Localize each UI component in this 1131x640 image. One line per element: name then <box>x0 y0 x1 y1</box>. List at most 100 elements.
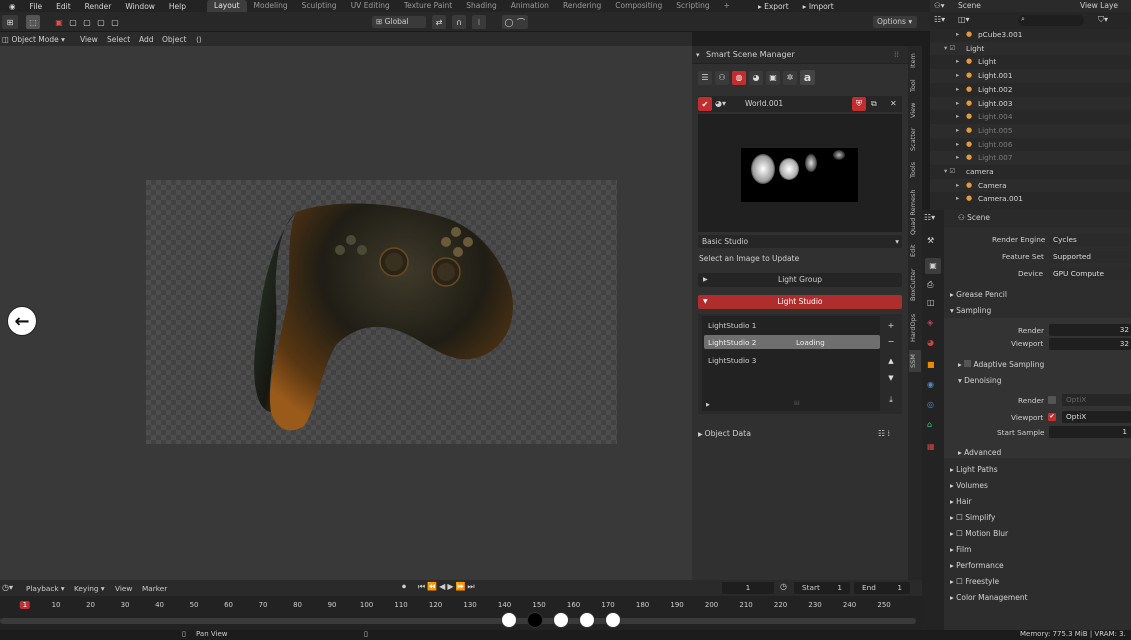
outliner-row[interactable]: ▸ ● Light.003 <box>930 96 1131 111</box>
view-layer-name[interactable]: View Laye <box>1080 1 1118 10</box>
outliner-item-name[interactable]: Light <box>978 55 996 69</box>
export-button[interactable]: ▸ Export <box>751 2 796 11</box>
marker-menu[interactable]: Marker <box>142 584 167 593</box>
keying-menu[interactable]: Keying ▾ <box>74 584 105 593</box>
outliner-row[interactable]: ▾ ☑ Light <box>930 41 1131 56</box>
outliner-item-name[interactable]: pCube3.001 <box>978 29 1022 42</box>
hdri-preview-panel[interactable] <box>698 114 902 232</box>
outliner-row[interactable]: ▸ ● Light.005 <box>930 123 1131 138</box>
vtab-tool[interactable]: Tool <box>909 76 921 96</box>
vtab-view[interactable]: View <box>909 100 921 120</box>
section-motion-blur[interactable]: ▸ ☐ Motion Blur <box>950 529 1008 538</box>
duplicate-icon[interactable]: ⧉ <box>871 99 877 109</box>
outliner-row[interactable]: ▸ ● pCube3.001 <box>930 29 1131 42</box>
outliner-row[interactable]: ▸ ● Light.001 <box>930 69 1131 83</box>
add-studio-icon[interactable]: + <box>884 318 898 332</box>
collapse-icon[interactable]: ▾ <box>696 51 700 59</box>
studio-item-selected[interactable]: LightStudio 2 Loading <box>704 335 880 349</box>
falloff-icon[interactable]: ⌒ <box>514 15 528 29</box>
move-up-icon[interactable]: ▲ <box>884 354 898 368</box>
scene-tab-icon[interactable]: ◈ <box>927 318 933 327</box>
scene-icon[interactable]: ⚇ <box>715 70 729 85</box>
section-film[interactable]: ▸ Film <box>950 545 971 554</box>
object-tab-icon[interactable]: ■ <box>927 360 935 369</box>
vtab-hardops[interactable]: HardOps <box>909 310 921 346</box>
outliner-item-name[interactable]: Light.007 <box>978 151 1012 165</box>
menu-file[interactable]: File <box>23 2 50 11</box>
denoise-viewport-dropdown[interactable]: OptiX <box>1062 411 1131 423</box>
denoise-render-dropdown[interactable]: OptiX <box>1062 394 1131 406</box>
menu-view[interactable]: View <box>80 35 98 44</box>
expand-icon[interactable]: ▸ <box>956 192 959 206</box>
outliner-item-name[interactable]: Camera.001 <box>978 192 1023 206</box>
vtab-edit[interactable]: Edit <box>909 242 921 260</box>
studio-item[interactable]: LightStudio 3 <box>708 356 756 365</box>
expand-icon[interactable]: ▸ <box>956 179 959 193</box>
advanced-section[interactable]: ▸ Advanced <box>958 448 1001 457</box>
tab-texture-paint[interactable]: Texture Paint <box>397 0 459 12</box>
select-intersect-icon[interactable]: ▢ <box>108 15 122 29</box>
mode-dropdown[interactable]: ◫ Object Mode ▾ <box>2 35 65 44</box>
select-invert-icon[interactable]: ▢ <box>94 15 108 29</box>
tool-tab-icon[interactable]: ⚒ <box>927 236 934 245</box>
studio-item[interactable]: LightStudio 1 <box>708 321 756 330</box>
render-engine-dropdown[interactable]: Cycles <box>1049 234 1131 246</box>
expand-icon[interactable]: ▸ <box>956 69 959 83</box>
import-button[interactable]: ▸ Import <box>796 2 841 11</box>
menu-edit[interactable]: Edit <box>49 2 78 11</box>
vtab-quad-remesh[interactable]: Quad Remesh <box>909 186 921 238</box>
adaptive-sampling-section[interactable]: ▸ Adaptive Sampling <box>958 360 1044 369</box>
display-mode-icon[interactable]: ☷▾ <box>934 15 945 24</box>
timeline-view-menu[interactable]: View <box>115 584 132 593</box>
ssm-title-bar[interactable]: ▾ Smart Scene Manager ⁞⁞ <box>692 46 908 64</box>
light-icon[interactable]: ◍ <box>732 70 746 85</box>
outliner-row[interactable]: ▸ ● Camera.001 <box>930 192 1131 207</box>
world-name-field[interactable]: World.001 <box>745 99 783 108</box>
list-icon[interactable]: ☰ <box>698 70 712 85</box>
resize-handle-icon[interactable]: ⁞⁞⁞ <box>794 400 800 407</box>
sampling-section[interactable]: ▾ Sampling <box>950 306 991 315</box>
menu-select[interactable]: Select <box>107 35 130 44</box>
denoise-render-checkbox[interactable] <box>1048 396 1056 404</box>
fake-user-shield-icon[interactable]: ⛨ <box>852 97 866 111</box>
preset-dropdown[interactable]: Basic Studio ▾ <box>698 235 902 248</box>
outliner-row[interactable]: ▸ ● Light.004 <box>930 110 1131 124</box>
outliner-row[interactable]: ▸ ● Light.006 <box>930 137 1131 152</box>
expand-icon[interactable]: ▸ <box>956 83 959 97</box>
menu-window[interactable]: Window <box>118 2 162 11</box>
expand-icon[interactable]: ▸ <box>956 124 959 138</box>
pivot-icon[interactable]: ⇄ <box>432 15 446 29</box>
outliner-item-name[interactable]: Light.001 <box>978 69 1012 83</box>
blender-logo-icon[interactable]: ◉ <box>2 2 23 11</box>
tab-shading[interactable]: Shading <box>459 0 503 12</box>
tab-modeling[interactable]: Modeling <box>247 0 295 12</box>
object-data-header[interactable]: ▶ Object Data ☷ ⁞ <box>698 429 902 441</box>
render-tab-icon[interactable]: ▣ <box>925 258 941 274</box>
snap-icon[interactable]: ∩ <box>452 15 466 29</box>
outliner-row[interactable]: ▸ ● Light <box>930 55 1131 70</box>
expand-icon[interactable]: ▸ <box>956 55 959 69</box>
outliner-item-name[interactable]: Light.006 <box>978 138 1012 152</box>
world-icon[interactable]: ◕ <box>749 70 763 85</box>
world-tab-icon[interactable]: ◕ <box>927 338 934 347</box>
section-freestyle[interactable]: ▸ ☐ Freestyle <box>950 577 999 586</box>
end-frame-field[interactable]: End 1 <box>854 582 910 594</box>
vtab-item[interactable]: Item <box>909 50 921 72</box>
outliner-item-name[interactable]: Light <box>966 42 984 56</box>
menu-render[interactable]: Render <box>78 2 119 11</box>
drag-handle-icon[interactable]: ⁞⁞ <box>894 50 899 59</box>
device-dropdown[interactable]: GPU Compute <box>1049 268 1131 280</box>
view-layer-tab-icon[interactable]: ◫ <box>927 298 935 307</box>
settings-icon[interactable]: ✲ <box>783 70 797 85</box>
studio-list[interactable]: LightStudio 1 LightStudio 2 Loading Ligh… <box>702 316 880 411</box>
outliner-item-name[interactable]: Light.004 <box>978 110 1012 124</box>
tab-animation[interactable]: Animation <box>504 0 556 12</box>
vtab-boxcutter[interactable]: BoxCutter <box>909 264 921 306</box>
clock-icon[interactable]: ◷▾ <box>2 583 13 592</box>
playback-controls[interactable]: ⏮⏪◀▶⏩⏭ <box>418 582 477 592</box>
remove-studio-icon[interactable]: − <box>884 334 898 348</box>
add-workspace-icon[interactable]: + <box>717 0 737 12</box>
editor-type-icon[interactable]: ⊞ <box>2 15 18 29</box>
transform-affect-icon[interactable]: ⟨⟩ <box>196 35 202 44</box>
expand-icon[interactable]: ▸ <box>956 97 959 111</box>
